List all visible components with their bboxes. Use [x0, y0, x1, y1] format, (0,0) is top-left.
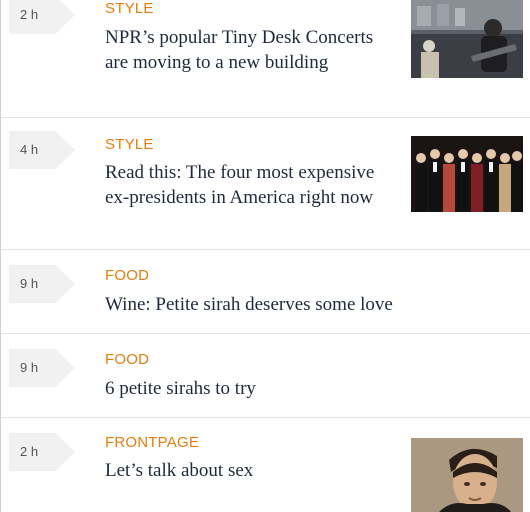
section-label[interactable]: FOOD — [105, 351, 149, 369]
feed-item[interactable]: 4 h STYLE Read this: The four most expen… — [1, 118, 530, 250]
concert-photo-thumbnail[interactable] — [411, 0, 523, 78]
section-label[interactable]: STYLE — [105, 136, 154, 154]
man-portrait-photo — [411, 438, 523, 512]
time-badge: 9 h — [9, 349, 75, 387]
time-badge: 4 h — [9, 131, 75, 169]
time-badge: 9 h — [9, 265, 75, 303]
headline-link[interactable]: Let’s talk about sex — [105, 458, 395, 483]
headline-link[interactable]: NPR’s popular Tiny Desk Concerts are mov… — [105, 25, 395, 75]
feed-item[interactable]: 2 h FRONTPAGE Let’s talk about sex — [1, 418, 530, 512]
feed-item[interactable]: 9 h FOOD 6 petite sirahs to try — [1, 334, 530, 418]
feed-item[interactable]: 9 h FOOD Wine: Petite sirah deserves som… — [1, 250, 530, 334]
concert-photo — [411, 0, 523, 78]
section-label[interactable]: FOOD — [105, 267, 149, 285]
headline-link[interactable]: Read this: The four most expensive ex-pr… — [105, 160, 395, 210]
feed-item[interactable]: 2 h STYLE NPR’s popular Tiny Desk Concer… — [1, 0, 530, 118]
section-label[interactable]: STYLE — [105, 0, 154, 18]
presidents-gala-photo-thumbnail[interactable] — [411, 136, 523, 212]
presidents-gala-photo — [411, 136, 523, 212]
section-label[interactable]: FRONTPAGE — [105, 434, 199, 452]
man-portrait-photo-thumbnail[interactable] — [411, 438, 523, 512]
headline-link[interactable]: Wine: Petite sirah deserves some love — [105, 292, 515, 317]
time-badge: 2 h — [9, 433, 75, 471]
news-feed: 2 h STYLE NPR’s popular Tiny Desk Concer… — [0, 0, 530, 512]
headline-link[interactable]: 6 petite sirahs to try — [105, 376, 515, 401]
time-badge: 2 h — [9, 0, 75, 34]
